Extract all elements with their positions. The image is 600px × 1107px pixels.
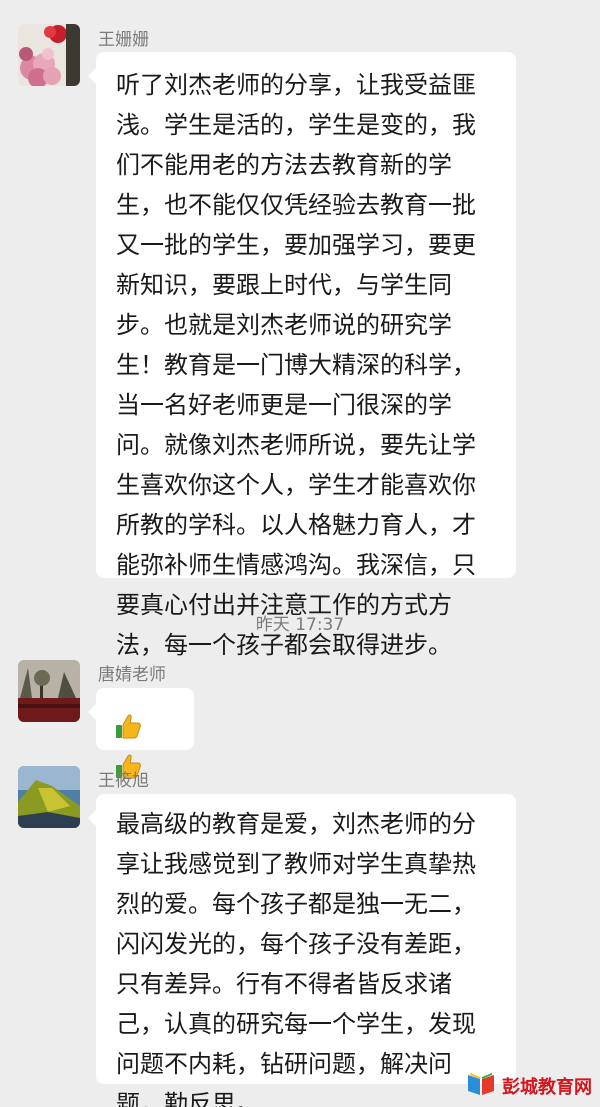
message-line: 新知识，要跟上时代，与学生同: [116, 271, 452, 299]
message-line: 们不能用老的方法去教育新的学: [116, 151, 452, 179]
book-logo-icon: [466, 1071, 496, 1101]
message-line: 最高级的教育是爱，刘杰老师的分: [116, 810, 476, 838]
avatar-landscape-image: [18, 660, 80, 722]
message-line: 步。也就是刘杰老师说的研究学: [116, 311, 452, 339]
message-line: 问题不内耗，钻研问题，解决问: [116, 1050, 452, 1078]
message-line: 只有差异。行有不得者皆反求诸: [116, 970, 452, 998]
message-line: 题，勤反思。: [116, 1090, 260, 1107]
message-line: 闪闪发光的，每个孩子没有差距，: [116, 930, 476, 958]
sender-name: 王姗姗: [98, 30, 149, 50]
message-line: 所教的学科。以人格魅力育人，才: [116, 511, 476, 539]
message-timestamp: 昨天 17:37: [255, 615, 345, 635]
watermark-text: 彭城教育网: [502, 1077, 592, 1098]
chat-window: 王姗姗 听了刘杰老师的分享，让我受益匪 浅。学生是活的，学生是变的，我 们不能用…: [0, 0, 600, 1107]
thumbs-up-icon: [114, 712, 142, 740]
message-line: 当一名好老师更是一门很深的学: [116, 391, 452, 419]
message-line: 听了刘杰老师的分享，让我受益匪: [116, 71, 476, 99]
message-line: 烈的爱。每个孩子都是独一无二，: [116, 890, 476, 918]
sender-name: 王筱旭: [98, 771, 149, 791]
message-line: 生，也不能仅仅凭经验去教育一批: [116, 191, 476, 219]
message-line: 己，认真的研究每一个学生，发现: [116, 1010, 476, 1038]
message-bubble[interactable]: [88, 688, 194, 779]
avatar[interactable]: [18, 660, 80, 722]
message-bubble[interactable]: 听了刘杰老师的分享，让我受益匪 浅。学生是活的，学生是变的，我 们不能用老的方法…: [88, 52, 516, 659]
message-line: 浅。学生是活的，学生是变的，我: [116, 111, 476, 139]
message-line: 享让我感觉到了教师对学生真挚热: [116, 850, 476, 878]
message-line: 生喜欢你这个人，学生才能喜欢你: [116, 471, 476, 499]
avatar-flowers-image: [18, 24, 80, 86]
avatar[interactable]: [18, 766, 80, 828]
message-line: 能弥补师生情感鸿沟。我深信，只: [116, 551, 476, 579]
site-watermark: 彭城教育网: [466, 1071, 592, 1101]
message-bubble[interactable]: 最高级的教育是爱，刘杰老师的分 享让我感觉到了教师对学生真挚热 烈的爱。每个孩子…: [88, 794, 516, 1107]
message-line: 问。就像刘杰老师所说，要先让学: [116, 431, 476, 459]
message-line: 又一批的学生，要加强学习，要更: [116, 231, 476, 259]
message-line: 生！教育是一门博大精深的科学，: [116, 351, 476, 379]
avatar-island-image: [18, 766, 80, 828]
sender-name: 唐婧老师: [98, 665, 166, 685]
avatar[interactable]: [18, 24, 80, 86]
